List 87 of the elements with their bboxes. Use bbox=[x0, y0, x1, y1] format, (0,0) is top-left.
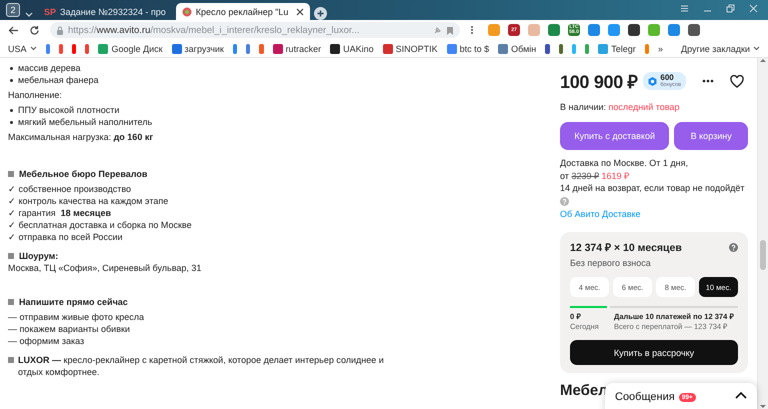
stock-status: В наличии: последний товар bbox=[560, 102, 680, 112]
bullet-icon bbox=[10, 108, 13, 112]
bookmark-icon[interactable] bbox=[232, 44, 238, 54]
bookmark-link[interactable]: UAKino bbox=[330, 44, 374, 54]
price: 100 900 ₽ bbox=[560, 71, 638, 93]
bookmark-link[interactable]: Telegr bbox=[598, 44, 636, 54]
bookmark-link[interactable]: rutracker bbox=[272, 44, 322, 54]
section-heading: Мебельное бюро Перевалов bbox=[19, 168, 148, 180]
close-icon[interactable] bbox=[296, 8, 304, 16]
address-field[interactable]: https://www.avito.ru/moskva/mebel_i_interer/kreslo_reklayner_luxor... bbox=[50, 22, 460, 38]
lock-icon bbox=[56, 26, 64, 34]
list-item: Москва, ТЦ «София», Сиреневый бульвар, 31 bbox=[8, 262, 202, 274]
paragraph: Максимальная нагрузка: до 160 кг bbox=[8, 131, 154, 143]
favicon-icon bbox=[182, 6, 192, 16]
bookmark-link[interactable]: Обмін bbox=[498, 44, 536, 54]
back-icon[interactable] bbox=[8, 24, 19, 36]
square-icon bbox=[8, 171, 14, 177]
list-item: ✓ бесплатная доставка и сборка по Москве bbox=[8, 219, 193, 231]
help-icon[interactable] bbox=[560, 196, 569, 206]
list-item: ✓ отправка по всей России bbox=[8, 231, 124, 243]
scroll-down-icon[interactable] bbox=[760, 405, 766, 409]
list-item: ✓ контроль качества на каждом этапе bbox=[8, 195, 170, 207]
section-heading: Напишите прямо сейчас bbox=[19, 296, 128, 308]
bookmark-icon[interactable] bbox=[46, 44, 50, 54]
more-icon[interactable] bbox=[702, 79, 714, 83]
reload-icon[interactable] bbox=[29, 24, 40, 36]
restore-icon[interactable] bbox=[726, 4, 735, 12]
delivery-price: от 3239 ₽ 1619 ₽ bbox=[560, 170, 630, 182]
bookmark-link[interactable]: btc to $ bbox=[446, 44, 490, 54]
bookmark-icon[interactable] bbox=[259, 44, 264, 54]
heart-icon[interactable] bbox=[730, 74, 744, 88]
extension-icon[interactable] bbox=[628, 24, 640, 36]
returns-text: 14 дней на возврат, если товар не подойдёт bbox=[560, 182, 746, 194]
square-icon bbox=[8, 357, 14, 363]
tab-counter[interactable]: 2 bbox=[6, 3, 20, 17]
browser-tab[interactable]: Кресло реклайнер "Lu bbox=[176, 3, 310, 20]
bonus-icon bbox=[648, 76, 658, 86]
bookmark-icon[interactable] bbox=[85, 44, 90, 54]
bullet-icon bbox=[10, 120, 13, 124]
delivery-text: Доставка по Москве. От 1 дня, bbox=[560, 157, 689, 170]
list-item: мягкий мебельный наполнитель bbox=[18, 116, 152, 128]
bookmark-link[interactable]: SINOPTIK bbox=[382, 44, 438, 54]
bookmark-folder[interactable]: USA bbox=[8, 44, 37, 54]
bookmark-link[interactable]: загрузчик bbox=[172, 44, 224, 54]
bookmark-icon[interactable] bbox=[584, 44, 590, 54]
buy-with-delivery-button[interactable]: Купить с доставкой bbox=[560, 122, 670, 150]
tab-favicon: SP bbox=[44, 6, 56, 16]
help-icon[interactable] bbox=[729, 242, 738, 252]
list-item: — отправим живые фото кресла bbox=[8, 311, 146, 323]
paragraph: LUXOR — кресло-реклайнер с каретной стяжкой, которое делает интерьер солиднее и отдых комфортнее. bbox=[18, 354, 385, 378]
bookmark-icon[interactable] bbox=[58, 44, 63, 54]
chevron-down-icon bbox=[752, 45, 760, 52]
list-item: — оформим заказ bbox=[8, 335, 86, 347]
scrollbar-thumb[interactable] bbox=[760, 240, 766, 270]
extension-icon[interactable] bbox=[688, 24, 700, 36]
list-item: массив дерева bbox=[18, 62, 80, 74]
more-icon[interactable] bbox=[470, 25, 474, 35]
bookmark-icon[interactable] bbox=[72, 44, 76, 54]
bookmark-folder[interactable]: Другие закладки bbox=[680, 44, 760, 54]
add-to-cart-button[interactable]: В корзину bbox=[674, 122, 748, 150]
installment-subtitle: Без первого взноса bbox=[570, 258, 652, 268]
installment-title: 12 374 ₽ × 10 месяцев bbox=[570, 241, 682, 254]
bullet-icon bbox=[10, 66, 13, 70]
bookmark-icon[interactable] bbox=[558, 44, 563, 54]
list-item: ✓ гарантия 18 месяцев bbox=[8, 207, 112, 219]
more-bookmarks-button[interactable]: » bbox=[658, 44, 663, 54]
chevron-down-icon bbox=[30, 45, 37, 52]
browser-tab[interactable]: SP Задание №2932324 - про bbox=[38, 3, 172, 20]
list-item: мебельная фанера bbox=[18, 74, 99, 86]
seller-heading: Мебел bbox=[560, 382, 608, 399]
square-icon bbox=[8, 253, 14, 259]
menu-icon[interactable] bbox=[680, 4, 689, 12]
bullet-icon bbox=[10, 78, 13, 82]
list-item: — покажем варианты обивки bbox=[8, 323, 131, 335]
section-heading: Шоурум: bbox=[19, 250, 58, 262]
chevron-up-icon[interactable] bbox=[735, 391, 747, 399]
paragraph: Наполнение: bbox=[8, 89, 63, 101]
bookmark-link[interactable]: Google Диск bbox=[98, 44, 163, 54]
pin-icon[interactable] bbox=[433, 26, 442, 34]
bookmark-icon[interactable] bbox=[545, 44, 550, 54]
list-item: ✓ собственное производство bbox=[8, 183, 132, 195]
new-tab-icon[interactable] bbox=[314, 7, 327, 20]
installment-button[interactable]: Купить в рассрочку bbox=[570, 340, 738, 365]
bookmark-icon[interactable] bbox=[246, 44, 250, 54]
messages-label[interactable]: Сообщения bbox=[615, 391, 675, 403]
square-icon bbox=[8, 299, 14, 305]
list-item: ППУ высокой плотности bbox=[18, 104, 120, 116]
